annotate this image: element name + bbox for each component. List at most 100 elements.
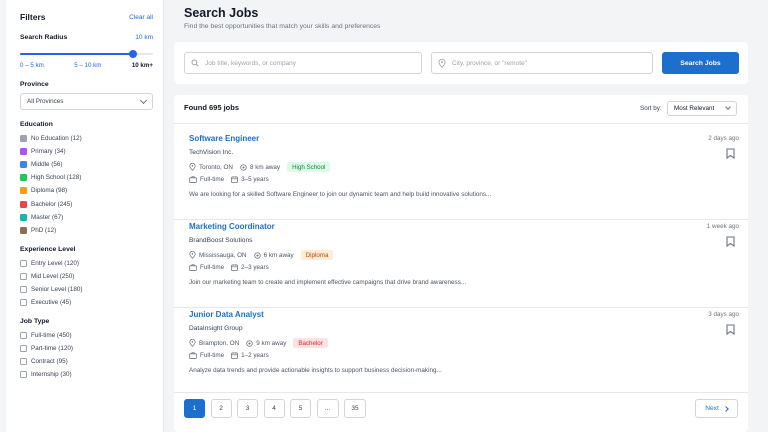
experience-list: Entry Level (120) Mid Level (250) Senior L… [20, 257, 153, 309]
education-option[interactable]: Master (67) [20, 211, 153, 224]
job-card[interactable]: Software Engineer 2 days ago TechVision In… [189, 134, 739, 219]
job-type-option[interactable]: Internship (30) [20, 368, 153, 381]
posted-time: 1 week ago [706, 223, 739, 230]
province-selected: All Provinces [27, 98, 64, 105]
job-type-option-label: Part-time (120) [31, 345, 73, 353]
job-location: Mississauga, ON [189, 251, 247, 259]
page-button[interactable]: 4 [263, 399, 285, 418]
location-input[interactable]: City, province, or "remote" [431, 52, 653, 74]
page-button[interactable]: 3 [237, 399, 258, 418]
experience-checkbox[interactable] [20, 259, 27, 267]
experience-option[interactable]: Entry Level (120) [20, 257, 153, 270]
page-button[interactable]: ... [316, 399, 339, 418]
company-name: DataInsight Group [189, 325, 243, 332]
education-option[interactable]: Middle (56) [20, 158, 153, 171]
job-title-link[interactable]: Junior Data Analyst [189, 310, 264, 319]
page-subtitle: Find the best opportunities that match y… [184, 23, 381, 30]
experience-text: 1–2 years [241, 352, 269, 359]
job-type-checkbox[interactable] [20, 332, 27, 340]
search-bar: Job title, keywords, or company City, pr… [174, 42, 748, 84]
search-radius-value: 10 km [135, 34, 153, 41]
province-select[interactable]: All Provinces [20, 93, 153, 110]
radius-tick[interactable]: 5 – 10 km [74, 62, 101, 69]
education-color-swatch [20, 213, 27, 221]
search-radius-slider[interactable] [20, 47, 153, 61]
briefcase-icon [189, 352, 197, 359]
education-option-label: Master (67) [31, 213, 64, 221]
page-button[interactable]: 2 [210, 399, 232, 418]
distance-text: 6 km away [263, 251, 294, 259]
map-pin-icon [438, 58, 446, 68]
job-type-option[interactable]: Full-time (450) [20, 329, 153, 342]
education-option[interactable]: PhD (12) [20, 224, 153, 237]
job-type-option-label: Full-time (450) [31, 332, 72, 340]
experience-option[interactable]: Mid Level (250) [20, 270, 153, 283]
job-type: Full-time [189, 352, 224, 359]
briefcase-icon [189, 176, 197, 183]
experience-text: 3–5 years [241, 176, 269, 183]
location-text: Toronto, ON [199, 163, 233, 171]
posted-time: 3 days ago [708, 311, 739, 318]
distance-icon [246, 339, 253, 347]
job-type-option[interactable]: Part-time (120) [20, 342, 153, 355]
experience-option-label: Entry Level (120) [31, 259, 79, 267]
divider [174, 123, 748, 124]
job-card[interactable]: Marketing Coordinator 1 week ago BrandBoos… [189, 222, 739, 307]
education-color-swatch [20, 148, 27, 156]
search-jobs-button[interactable]: Search Jobs [662, 52, 739, 74]
education-option[interactable]: Diploma (98) [20, 184, 153, 197]
experience-option[interactable]: Senior Level (180) [20, 283, 153, 296]
education-option[interactable]: Primary (34) [20, 145, 153, 158]
job-type: Full-time [189, 176, 224, 183]
job-title-link[interactable]: Software Engineer [189, 134, 259, 143]
job-meta-type: Full-time 1–2 years [189, 352, 276, 359]
job-card[interactable]: Junior Data Analyst 3 days ago DataInsight… [189, 310, 739, 395]
education-option[interactable]: High School (128) [20, 171, 153, 184]
radius-tick[interactable]: 10 km+ [132, 62, 153, 69]
experience-checkbox[interactable] [20, 272, 27, 280]
radius-tick[interactable]: 0 – 5 km [20, 62, 44, 69]
experience-option-label: Senior Level (180) [31, 285, 83, 293]
experience-checkbox[interactable] [20, 285, 27, 293]
job-type-text: Full-time [200, 264, 225, 271]
education-option[interactable]: No Education (12) [20, 132, 153, 145]
calendar-icon [231, 264, 239, 271]
page-button[interactable]: 1 [184, 399, 205, 418]
job-type-option[interactable]: Contract (95) [20, 355, 153, 368]
calendar-icon [231, 176, 239, 183]
clear-all-link[interactable]: Clear all [129, 14, 153, 21]
divider [174, 392, 748, 393]
job-experience: 3–5 years [231, 176, 269, 183]
job-type: Full-time [189, 264, 224, 271]
job-location: Toronto, ON [189, 163, 233, 171]
map-pin-icon [189, 251, 196, 259]
distance-icon [253, 251, 261, 259]
page-button[interactable]: 5 [290, 399, 311, 418]
sort-select[interactable]: Most Relevant [667, 101, 737, 116]
education-color-swatch [20, 226, 27, 234]
job-type-checkbox[interactable] [20, 358, 27, 366]
slider-thumb[interactable] [129, 50, 138, 58]
job-distance: 9 km away [246, 340, 286, 347]
job-experience: 1–2 years [231, 352, 269, 359]
job-type-text: Full-time [200, 176, 225, 183]
job-type-text: Full-time [200, 352, 225, 359]
experience-checkbox[interactable] [20, 299, 27, 307]
page-button[interactable]: 35 [344, 399, 366, 418]
education-option[interactable]: Bachelor (245) [20, 197, 153, 210]
job-title-link[interactable]: Marketing Coordinator [189, 222, 275, 231]
education-color-swatch [20, 135, 27, 143]
experience-option[interactable]: Executive (45) [20, 296, 153, 309]
bookmark-icon[interactable] [726, 148, 735, 159]
job-type-checkbox[interactable] [20, 371, 27, 379]
job-meta-type: Full-time 2–3 years [189, 264, 276, 271]
company-name: BrandBoost Solutions [189, 237, 253, 244]
search-icon [191, 59, 199, 67]
education-badge: High School [287, 162, 331, 172]
bookmark-icon[interactable] [726, 236, 735, 247]
next-page-button[interactable]: Next [695, 399, 738, 418]
job-type-checkbox[interactable] [20, 345, 27, 353]
keyword-input[interactable]: Job title, keywords, or company [184, 52, 422, 74]
chevron-down-icon [725, 104, 731, 110]
bookmark-icon[interactable] [726, 324, 735, 335]
